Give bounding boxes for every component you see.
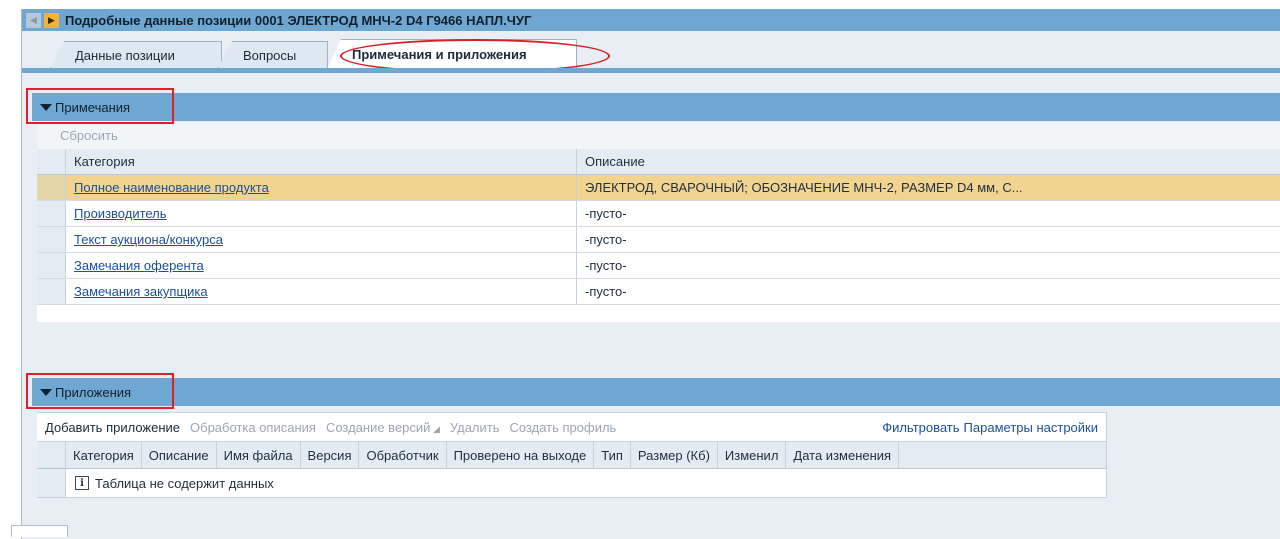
tab-underline — [22, 68, 1280, 73]
column-header-description[interactable]: Описание — [577, 149, 1280, 174]
column-header-size[interactable]: Размер (Кб) — [631, 442, 718, 468]
create-profile-button[interactable]: Создать профиль — [510, 420, 617, 435]
category-cell: Замечания оферента — [66, 253, 577, 278]
tab-questions[interactable]: Вопросы — [218, 41, 328, 68]
notes-highlight-box — [26, 88, 174, 124]
row-selector[interactable] — [37, 279, 66, 304]
column-header-changed-by[interactable]: Изменил — [718, 442, 787, 468]
column-header-description[interactable]: Описание — [142, 442, 217, 468]
description-cell: ЭЛЕКТРОД, СВАРОЧНЫЙ; ОБОЗНАЧЕНИЕ МНЧ-2, … — [585, 180, 1023, 195]
attachments-section-header: Приложения — [32, 378, 1280, 406]
title-bar: ◀ ▶ Подробные данные позиции 0001 ЭЛЕКТР… — [22, 9, 1280, 31]
category-cell: Замечания закупщика — [66, 279, 577, 304]
column-header-checked-out[interactable]: Проверено на выходе — [447, 442, 595, 468]
tab-item-data[interactable]: Данные позиции — [50, 41, 222, 68]
reset-button[interactable]: Сбросить — [37, 122, 1280, 149]
description-cell: -пусто- — [585, 258, 627, 273]
description-cell: -пусто- — [585, 206, 627, 221]
table-row[interactable]: Замечания оферента -пусто- — [37, 253, 1280, 279]
table-header: Категория Описание Имя файла Версия Обра… — [37, 441, 1106, 469]
category-link[interactable]: Производитель — [74, 206, 167, 221]
edit-description-button[interactable]: Обработка описания — [190, 420, 316, 435]
tab-label: Данные позиции — [75, 47, 175, 63]
select-all-cell[interactable] — [37, 149, 66, 174]
row-selector[interactable] — [37, 175, 66, 200]
table-row[interactable]: Полное наименование продукта ЭЛЕКТРОД, С… — [37, 175, 1280, 201]
attachments-toolbar: Добавить приложение Обработка описания С… — [37, 412, 1107, 441]
settings-link[interactable]: Параметры настройки — [964, 420, 1098, 435]
row-selector[interactable] — [37, 201, 66, 226]
category-link[interactable]: Полное наименование продукта — [74, 180, 269, 195]
delete-button[interactable]: Удалить — [450, 420, 500, 435]
column-header-filename[interactable]: Имя файла — [217, 442, 301, 468]
bottom-tab-fragment — [11, 525, 68, 537]
column-header-category[interactable]: Категория — [66, 442, 142, 468]
triangle-right-icon[interactable]: ▶ — [44, 12, 59, 28]
notes-table: Категория Описание Полное наименование п… — [37, 149, 1280, 305]
select-all-cell[interactable] — [37, 442, 66, 468]
item-details-panel: ◀ ▶ Подробные данные позиции 0001 ЭЛЕКТР… — [21, 9, 1280, 539]
description-cell: -пусто- — [585, 232, 627, 247]
attachments-highlight-box — [26, 373, 174, 409]
column-header-version[interactable]: Версия — [301, 442, 360, 468]
versioning-menu-button[interactable]: Создание версий ◢ — [326, 420, 440, 435]
column-header-type[interactable]: Тип — [594, 442, 631, 468]
row-selector[interactable] — [37, 227, 66, 252]
category-link[interactable]: Текст аукциона/конкурса — [74, 232, 223, 247]
table-row[interactable]: Текст аукциона/конкурса -пусто- — [37, 227, 1280, 253]
category-cell: Производитель — [66, 201, 577, 226]
category-cell: Полное наименование продукта — [66, 175, 577, 200]
empty-table-row: i Таблица не содержит данных — [37, 469, 1106, 497]
column-header-category[interactable]: Категория — [66, 149, 577, 174]
info-icon: i — [75, 476, 89, 490]
attachments-table-area: Добавить приложение Обработка описания С… — [37, 412, 1107, 498]
column-header-processor[interactable]: Обработчик — [359, 442, 447, 468]
tab-strip: Данные позиции Вопросы Примечания и прил… — [22, 31, 1280, 77]
category-link[interactable]: Замечания оферента — [74, 258, 204, 273]
category-cell: Текст аукциона/конкурса — [66, 227, 577, 252]
add-attachment-button[interactable]: Добавить приложение — [45, 420, 180, 435]
versioning-label: Создание версий — [325, 419, 431, 435]
attachments-table: Категория Описание Имя файла Версия Обра… — [37, 441, 1107, 498]
tab-label: Вопросы — [243, 47, 297, 63]
empty-table-message: Таблица не содержит данных — [95, 475, 274, 491]
table-row[interactable]: Замечания закупщика -пусто- — [37, 279, 1280, 305]
table-header: Категория Описание — [37, 149, 1280, 175]
notes-section-header: Примечания — [32, 93, 1280, 121]
category-link[interactable]: Замечания закупщика — [74, 284, 208, 299]
triangle-left-icon[interactable]: ◀ — [26, 12, 41, 28]
table-row[interactable]: Производитель -пусто- — [37, 201, 1280, 227]
column-header-changed-date[interactable]: Дата изменения — [786, 442, 900, 468]
dropdown-corner-icon: ◢ — [430, 423, 440, 434]
row-selector[interactable] — [37, 253, 66, 278]
page-title: Подробные данные позиции 0001 ЭЛЕКТРОД М… — [65, 12, 532, 28]
filter-link[interactable]: Фильтровать — [882, 420, 959, 435]
row-selector — [37, 469, 66, 497]
notes-table-area: Сбросить Категория Описание Полное наиме… — [37, 122, 1280, 322]
description-cell: -пусто- — [585, 284, 627, 299]
